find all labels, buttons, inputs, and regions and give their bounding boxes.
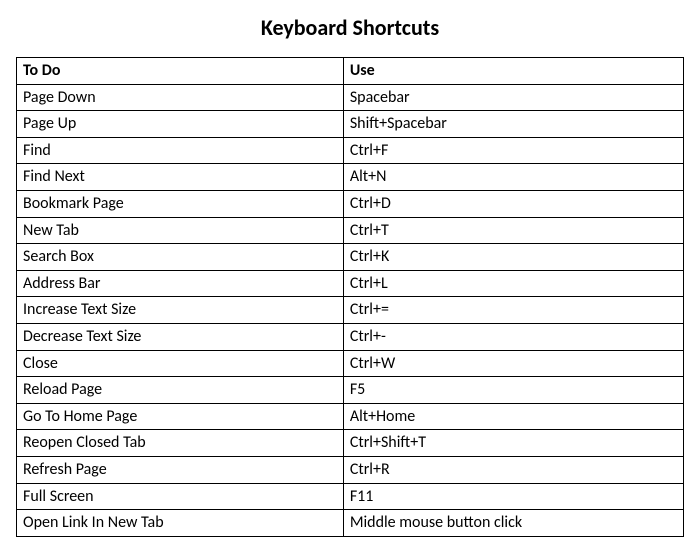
cell-action: Address Bar bbox=[17, 270, 344, 297]
table-row: Find NextAlt+N bbox=[17, 164, 684, 191]
cell-use: F5 bbox=[343, 377, 683, 404]
cell-action: Reopen Closed Tab bbox=[17, 430, 344, 457]
cell-action: Close bbox=[17, 350, 344, 377]
table-row: Go To Home PageAlt+Home bbox=[17, 403, 684, 430]
cell-action: Bookmark Page bbox=[17, 190, 344, 217]
cell-use: Ctrl+K bbox=[343, 244, 683, 271]
cell-use: Middle mouse button click bbox=[343, 510, 683, 537]
cell-action: Decrease Text Size bbox=[17, 323, 344, 350]
cell-use: Ctrl+T bbox=[343, 217, 683, 244]
cell-action: Refresh Page bbox=[17, 456, 344, 483]
cell-use: Ctrl+Shift+T bbox=[343, 430, 683, 457]
table-row: Decrease Text SizeCtrl+- bbox=[17, 323, 684, 350]
table-row: Open Link In New TabMiddle mouse button … bbox=[17, 510, 684, 537]
table-row: Refresh PageCtrl+R bbox=[17, 456, 684, 483]
table-row: Page DownSpacebar bbox=[17, 84, 684, 111]
cell-use: Ctrl+D bbox=[343, 190, 683, 217]
table-row: CloseCtrl+W bbox=[17, 350, 684, 377]
cell-action: Open Link In New Tab bbox=[17, 510, 344, 537]
table-row: Reopen Closed TabCtrl+Shift+T bbox=[17, 430, 684, 457]
table-row: New TabCtrl+T bbox=[17, 217, 684, 244]
table-row: Increase Text SizeCtrl+= bbox=[17, 297, 684, 324]
cell-action: Reload Page bbox=[17, 377, 344, 404]
table-row: Page UpShift+Spacebar bbox=[17, 111, 684, 138]
cell-use: Alt+N bbox=[343, 164, 683, 191]
cell-action: Increase Text Size bbox=[17, 297, 344, 324]
cell-action: Page Up bbox=[17, 111, 344, 138]
cell-action: Page Down bbox=[17, 84, 344, 111]
table-row: FindCtrl+F bbox=[17, 137, 684, 164]
cell-action: Find bbox=[17, 137, 344, 164]
cell-action: Find Next bbox=[17, 164, 344, 191]
table-row: Search BoxCtrl+K bbox=[17, 244, 684, 271]
cell-use: F11 bbox=[343, 483, 683, 510]
cell-use: Ctrl+= bbox=[343, 297, 683, 324]
table-row: Full ScreenF11 bbox=[17, 483, 684, 510]
cell-use: Ctrl+- bbox=[343, 323, 683, 350]
cell-use: Ctrl+R bbox=[343, 456, 683, 483]
table-row: Reload PageF5 bbox=[17, 377, 684, 404]
shortcuts-table: To Do Use Page DownSpacebarPage UpShift+… bbox=[16, 57, 684, 537]
cell-action: New Tab bbox=[17, 217, 344, 244]
cell-use: Ctrl+F bbox=[343, 137, 683, 164]
page-title: Keyboard Shortcuts bbox=[16, 14, 684, 41]
cell-use: Ctrl+L bbox=[343, 270, 683, 297]
cell-use: Shift+Spacebar bbox=[343, 111, 683, 138]
cell-action: Go To Home Page bbox=[17, 403, 344, 430]
cell-use: Ctrl+W bbox=[343, 350, 683, 377]
cell-action: Search Box bbox=[17, 244, 344, 271]
header-use: Use bbox=[343, 58, 683, 85]
cell-action: Full Screen bbox=[17, 483, 344, 510]
table-row: Bookmark PageCtrl+D bbox=[17, 190, 684, 217]
table-row: Address BarCtrl+L bbox=[17, 270, 684, 297]
cell-use: Alt+Home bbox=[343, 403, 683, 430]
header-action: To Do bbox=[17, 58, 344, 85]
cell-use: Spacebar bbox=[343, 84, 683, 111]
